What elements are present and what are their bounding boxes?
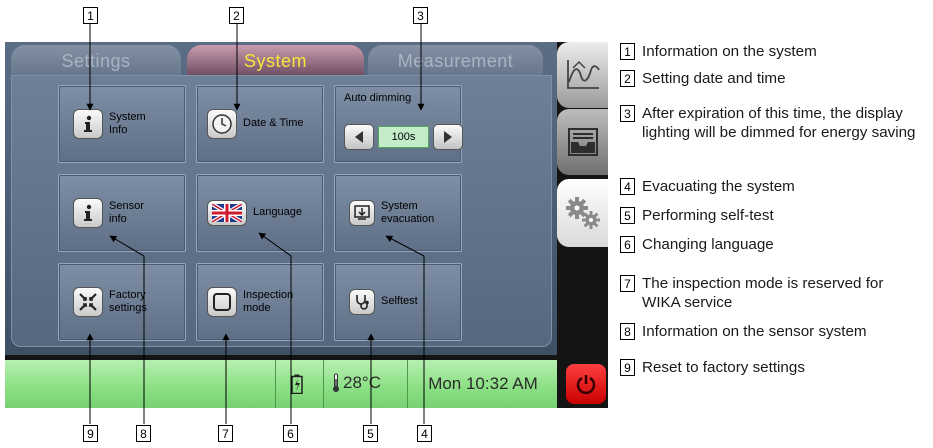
legend-text: After expiration of this time, the displ… <box>642 105 916 141</box>
legend-text: Information on the sensor system <box>642 323 867 340</box>
legend-number: 9 <box>620 359 635 376</box>
callout-8: 8 <box>136 425 151 442</box>
legend-item: 4 Evacuating the system <box>620 178 932 196</box>
legend-number: 4 <box>620 178 635 195</box>
legend-number: 8 <box>620 323 635 340</box>
callout-1: 1 <box>83 7 98 24</box>
callout-9: 9 <box>83 425 98 442</box>
legend-text: The inspection mode is reserved for WIKA… <box>642 275 884 311</box>
callout-2: 2 <box>229 7 244 24</box>
legend-number: 5 <box>620 207 635 224</box>
legend-item: 9 Reset to factory settings <box>620 359 932 377</box>
legend-text: Setting date and time <box>642 70 786 87</box>
legend-number: 2 <box>620 70 635 87</box>
callout-3: 3 <box>413 7 428 24</box>
callout-6-arrow <box>258 232 292 424</box>
legend-text: Performing self-test <box>642 207 774 224</box>
legend-item: 1 Information on the system <box>620 43 932 61</box>
legend-text: Information on the system <box>642 43 817 60</box>
callout-8-arrow <box>109 235 145 424</box>
legend-item: 5 Performing self-test <box>620 207 932 225</box>
legend-text: Changing language <box>642 236 774 253</box>
legend-number: 7 <box>620 275 635 292</box>
legend-text: Evacuating the system <box>642 178 795 195</box>
callout-7: 7 <box>218 425 233 442</box>
legend-number: 6 <box>620 236 635 253</box>
legend-number: 3 <box>620 105 635 122</box>
legend-item: 8 Information on the sensor system <box>620 323 933 341</box>
legend-number: 1 <box>620 43 635 60</box>
callout-6: 6 <box>283 425 298 442</box>
callout-5: 5 <box>363 425 378 442</box>
callout-4-arrow <box>385 235 425 424</box>
legend-item: 2 Setting date and time <box>620 70 932 88</box>
legend-item: 7 The inspection mode is reserved for WI… <box>620 275 922 312</box>
legend-item: 3 After expiration of this time, the dis… <box>620 105 930 142</box>
legend-text: Reset to factory settings <box>642 359 805 376</box>
callout-4: 4 <box>417 425 432 442</box>
legend-item: 6 Changing language <box>620 236 932 254</box>
